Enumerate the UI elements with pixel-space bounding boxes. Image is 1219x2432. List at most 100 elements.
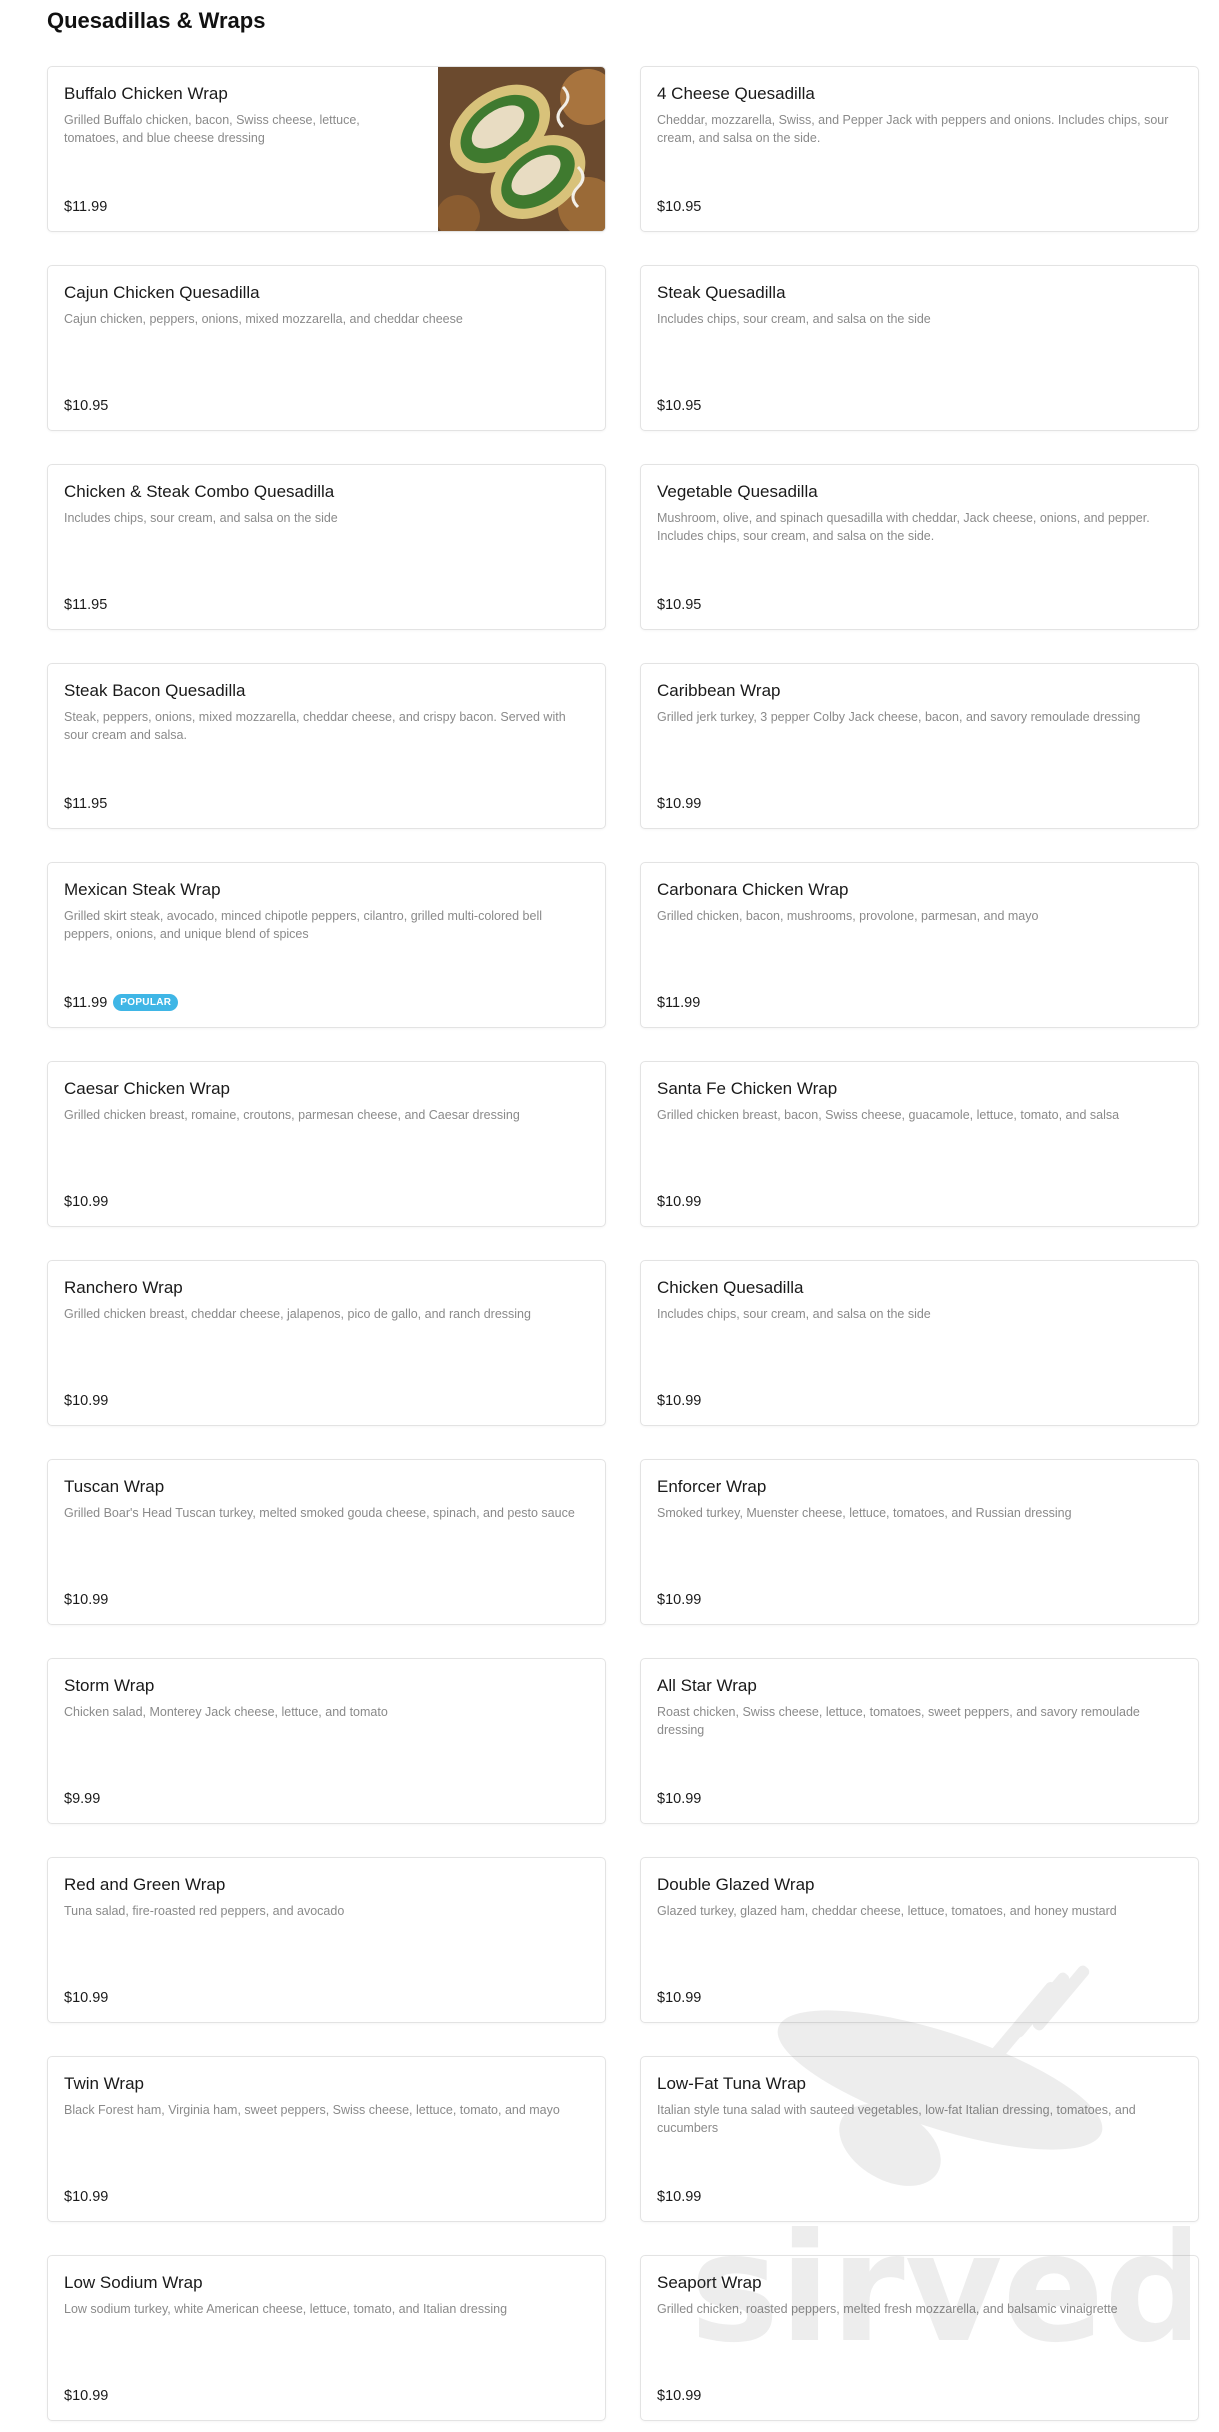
menu-item-photo[interactable] xyxy=(438,67,605,232)
menu-item-description: Grilled chicken breast, cheddar cheese, … xyxy=(64,1307,531,1321)
menu-item-card[interactable]: Buffalo Chicken Wrap Grilled Buffalo chi… xyxy=(47,66,606,232)
menu-item-description: Grilled chicken, bacon, mushrooms, provo… xyxy=(657,909,1039,923)
menu-item-footer: $10.99 xyxy=(657,1592,701,1608)
menu-item-price: $10.99 xyxy=(657,1791,702,1807)
menu-item-body: All Star Wrap Roast chicken, Swiss chees… xyxy=(657,1675,1182,1807)
menu-item-description: Includes chips, sour cream, and salsa on… xyxy=(657,1307,931,1321)
menu-item-description: Italian style tuna salad with sauteed ve… xyxy=(657,2103,1136,2135)
menu-item-description: Chicken salad, Monterey Jack cheese, let… xyxy=(64,1705,388,1719)
menu-item-card[interactable]: Cajun Chicken Quesadilla Cajun chicken, … xyxy=(47,265,606,431)
menu-item-body: Cajun Chicken Quesadilla Cajun chicken, … xyxy=(64,282,589,414)
menu-item-description: Includes chips, sour cream, and salsa on… xyxy=(657,312,931,326)
menu-item-price: $10.99 xyxy=(64,2189,109,2205)
menu-item-footer: $11.99 POPULAR xyxy=(64,994,179,1011)
menu-item-card[interactable]: Enforcer Wrap Smoked turkey, Muenster ch… xyxy=(640,1459,1199,1625)
menu-item-price: $11.99 xyxy=(657,995,701,1011)
menu-item-price: $10.99 xyxy=(657,1990,702,2006)
menu-item-price: $11.99 xyxy=(64,199,108,215)
menu-item-price: $10.95 xyxy=(657,398,702,414)
menu-item-card[interactable]: Low-Fat Tuna Wrap Italian style tuna sal… xyxy=(640,2056,1199,2222)
menu-item-name: Ranchero Wrap xyxy=(64,1278,183,1297)
popular-badge: POPULAR xyxy=(113,994,179,1011)
menu-item-footer: $10.99 xyxy=(657,1393,701,1409)
menu-item-name: Enforcer Wrap xyxy=(657,1477,767,1496)
menu-item-card[interactable]: Tuscan Wrap Grilled Boar's Head Tuscan t… xyxy=(47,1459,606,1625)
menu-item-description: Cajun chicken, peppers, onions, mixed mo… xyxy=(64,312,463,326)
menu-item-body: Carbonara Chicken Wrap Grilled chicken, … xyxy=(657,879,1182,1011)
menu-item-body: Ranchero Wrap Grilled chicken breast, ch… xyxy=(64,1277,589,1409)
menu-item-card[interactable]: Twin Wrap Black Forest ham, Virginia ham… xyxy=(47,2056,606,2222)
menu-item-card[interactable]: Caribbean Wrap Grilled jerk turkey, 3 pe… xyxy=(640,663,1199,829)
menu-item-card[interactable]: Caesar Chicken Wrap Grilled chicken brea… xyxy=(47,1061,606,1227)
menu-item-description: Glazed turkey, glazed ham, cheddar chees… xyxy=(657,1904,1117,1918)
menu-item-body: Vegetable Quesadilla Mushroom, olive, an… xyxy=(657,481,1182,613)
menu-item-body: Caribbean Wrap Grilled jerk turkey, 3 pe… xyxy=(657,680,1182,812)
menu-item-description: Grilled chicken, roasted peppers, melted… xyxy=(657,2302,1118,2316)
menu-item-description: Grilled Buffalo chicken, bacon, Swiss ch… xyxy=(64,113,360,145)
menu-item-name: Carbonara Chicken Wrap xyxy=(657,880,849,899)
menu-item-body: Tuscan Wrap Grilled Boar's Head Tuscan t… xyxy=(64,1476,589,1608)
menu-item-price: $10.99 xyxy=(657,1592,702,1608)
menu-item-description: Grilled Boar's Head Tuscan turkey, melte… xyxy=(64,1506,575,1520)
menu-item-body: 4 Cheese Quesadilla Cheddar, mozzarella,… xyxy=(657,83,1182,215)
menu-item-price: $10.99 xyxy=(657,2189,702,2205)
menu-item-card[interactable]: Chicken & Steak Combo Quesadilla Include… xyxy=(47,464,606,630)
menu-item-card[interactable]: Ranchero Wrap Grilled chicken breast, ch… xyxy=(47,1260,606,1426)
menu-item-name: Chicken Quesadilla xyxy=(657,1278,804,1297)
menu-item-name: All Star Wrap xyxy=(657,1676,757,1695)
menu-item-name: Cajun Chicken Quesadilla xyxy=(64,283,260,302)
menu-item-footer: $10.99 xyxy=(657,1194,701,1210)
menu-item-name: Chicken & Steak Combo Quesadilla xyxy=(64,482,335,501)
menu-item-footer: $10.95 xyxy=(657,398,701,414)
menu-item-footer: $10.99 xyxy=(657,2388,701,2404)
menu-item-card[interactable]: All Star Wrap Roast chicken, Swiss chees… xyxy=(640,1658,1199,1824)
menu-item-price: $10.99 xyxy=(64,1990,109,2006)
menu-item-price: $9.99 xyxy=(64,1791,101,1807)
menu-item-name: Low-Fat Tuna Wrap xyxy=(657,2074,806,2093)
menu-item-description: Includes chips, sour cream, and salsa on… xyxy=(64,511,338,525)
menu-item-card[interactable]: Double Glazed Wrap Glazed turkey, glazed… xyxy=(640,1857,1199,2023)
menu-item-card[interactable]: Carbonara Chicken Wrap Grilled chicken, … xyxy=(640,862,1199,1028)
menu-item-body: Caesar Chicken Wrap Grilled chicken brea… xyxy=(64,1078,589,1210)
menu-item-card[interactable]: Red and Green Wrap Tuna salad, fire-roas… xyxy=(47,1857,606,2023)
menu-item-price: $10.95 xyxy=(657,199,702,215)
menu-item-card[interactable]: Chicken Quesadilla Includes chips, sour … xyxy=(640,1260,1199,1426)
menu-item-card[interactable]: 4 Cheese Quesadilla Cheddar, mozzarella,… xyxy=(640,66,1199,232)
menu-item-name: Low Sodium Wrap xyxy=(64,2273,203,2292)
menu-item-description: Tuna salad, fire-roasted red peppers, an… xyxy=(64,1904,345,1918)
menu-item-card[interactable]: Seaport Wrap Grilled chicken, roasted pe… xyxy=(640,2255,1199,2421)
menu-item-price: $10.99 xyxy=(64,1194,109,1210)
menu-item-description: Black Forest ham, Virginia ham, sweet pe… xyxy=(64,2103,560,2117)
menu-item-card[interactable]: Mexican Steak Wrap Grilled skirt steak, … xyxy=(47,862,606,1028)
menu-item-body: Low Sodium Wrap Low sodium turkey, white… xyxy=(64,2272,589,2404)
menu-item-footer: $10.95 xyxy=(657,597,701,613)
menu-item-footer: $10.95 xyxy=(657,199,701,215)
menu-item-price: $10.99 xyxy=(657,1393,702,1409)
menu-item-card[interactable]: Steak Quesadilla Includes chips, sour cr… xyxy=(640,265,1199,431)
menu-item-footer: $10.99 xyxy=(657,796,701,812)
menu-item-card[interactable]: Vegetable Quesadilla Mushroom, olive, an… xyxy=(640,464,1199,630)
menu-item-footer: $10.99 xyxy=(64,2189,108,2205)
menu-item-card[interactable]: Low Sodium Wrap Low sodium turkey, white… xyxy=(47,2255,606,2421)
menu-item-price: $11.95 xyxy=(64,597,108,613)
menu-item-name: Tuscan Wrap xyxy=(64,1477,165,1496)
menu-item-body: Buffalo Chicken Wrap Grilled Buffalo chi… xyxy=(64,83,415,215)
menu-item-body: Steak Quesadilla Includes chips, sour cr… xyxy=(657,282,1182,414)
menu-item-name: Vegetable Quesadilla xyxy=(657,482,818,501)
menu-item-footer: $11.95 xyxy=(64,597,107,613)
menu-item-price: $10.99 xyxy=(657,796,702,812)
menu-item-body: Santa Fe Chicken Wrap Grilled chicken br… xyxy=(657,1078,1182,1210)
menu-item-name: Buffalo Chicken Wrap xyxy=(64,84,228,103)
menu-item-footer: $10.99 xyxy=(657,1990,701,2006)
menu-item-body: Enforcer Wrap Smoked turkey, Muenster ch… xyxy=(657,1476,1182,1608)
menu-item-footer: $11.95 xyxy=(64,796,107,812)
menu-item-card[interactable]: Storm Wrap Chicken salad, Monterey Jack … xyxy=(47,1658,606,1824)
menu-item-card[interactable]: Steak Bacon Quesadilla Steak, peppers, o… xyxy=(47,663,606,829)
menu-item-footer: $9.99 xyxy=(64,1791,100,1807)
menu-item-body: Seaport Wrap Grilled chicken, roasted pe… xyxy=(657,2272,1182,2404)
section-title: Quesadillas & Wraps xyxy=(47,8,266,33)
menu-item-body: Low-Fat Tuna Wrap Italian style tuna sal… xyxy=(657,2073,1182,2205)
menu-item-card[interactable]: Santa Fe Chicken Wrap Grilled chicken br… xyxy=(640,1061,1199,1227)
menu-item-body: Double Glazed Wrap Glazed turkey, glazed… xyxy=(657,1874,1182,2006)
menu-item-footer: $10.99 xyxy=(64,2388,108,2404)
